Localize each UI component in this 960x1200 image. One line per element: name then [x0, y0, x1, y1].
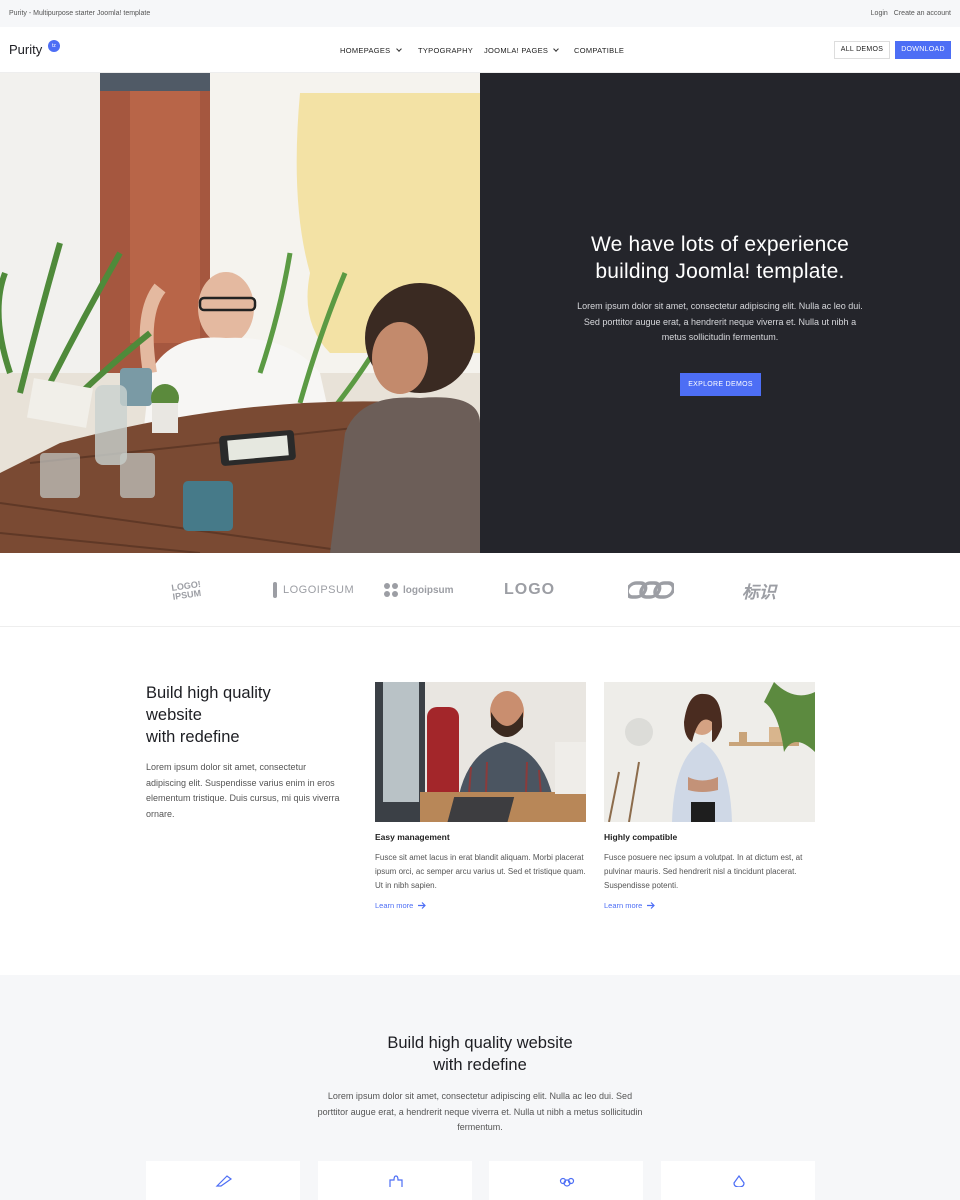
- service-card[interactable]: [146, 1161, 300, 1200]
- service-card[interactable]: [661, 1161, 815, 1200]
- main-menu: HOMEPAGES TYPOGRAPHY JOOMLA! PAGES COMPA…: [340, 46, 624, 55]
- client-logos: LOGO! IPSUM LOGOIPSUM logoipsum LOGO 标识: [0, 553, 960, 627]
- feature-card: Easy management Fusce sit amet lacus in …: [375, 682, 586, 910]
- hero-photo: [0, 73, 480, 553]
- nav-item-homepages[interactable]: HOMEPAGES: [340, 46, 418, 55]
- learn-more-label: Learn more: [375, 901, 414, 910]
- puzzle-icon: [389, 1175, 403, 1187]
- top-bar: Purity - Multipurpose starter Joomla! te…: [0, 0, 960, 27]
- features-title-line: Build high quality: [146, 684, 271, 702]
- feature-card-title: Highly compatible: [604, 832, 678, 842]
- all-demos-button[interactable]: ALL DEMOS: [834, 41, 890, 59]
- download-button[interactable]: DOWNLOAD: [895, 41, 951, 59]
- site-tagline: Purity - Multipurpose starter Joomla! te…: [9, 10, 151, 17]
- services-title-line: with redefine: [433, 1056, 527, 1074]
- main-navbar: Purity tz HOMEPAGES TYPOGRAPHY JOOMLA! P…: [0, 27, 960, 73]
- nav-item-label: JOOMLA! PAGES: [484, 46, 549, 55]
- nav-item-label: COMPATIBLE: [574, 46, 625, 55]
- feature-card-text: Fusce sit amet lacus in erat blandit ali…: [375, 853, 586, 890]
- services-description: Lorem ipsum dolor sit amet, consectetur …: [317, 1091, 643, 1132]
- learn-more-label: Learn more: [604, 901, 643, 910]
- services-section: Build high quality website with redefine…: [0, 975, 960, 1200]
- feature-card: Highly compatible Fusce posuere nec ipsu…: [604, 682, 815, 910]
- service-card[interactable]: [489, 1161, 643, 1200]
- nav-item-joomla-pages[interactable]: JOOMLA! PAGES: [484, 46, 574, 55]
- learn-more-link[interactable]: Learn more: [375, 901, 586, 910]
- explore-demos-button[interactable]: EXPLORE DEMOS: [680, 373, 761, 396]
- arrow-right-icon: [647, 902, 656, 909]
- services-title-line: Build high quality website: [387, 1034, 573, 1052]
- hero-title-line: building Joomla! template.: [595, 260, 845, 283]
- hero-title-line: We have lots of experience: [590, 233, 850, 256]
- features-title: Build high quality website with redefine: [146, 682, 346, 748]
- logo-text: LOGOIPSUM: [283, 584, 355, 596]
- feature-card-photo: [604, 682, 815, 822]
- services-title: Build high quality website with redefine: [280, 1032, 680, 1076]
- hero-description: Lorem ipsum dolor sit amet, consectetur …: [577, 301, 863, 342]
- client-logo-3: logoipsum: [383, 577, 454, 603]
- nav-item-typography[interactable]: TYPOGRAPHY: [418, 46, 484, 55]
- chevron-down-icon: [395, 46, 402, 52]
- client-logo-2: LOGOIPSUM: [271, 577, 354, 603]
- client-logo-1: LOGO! IPSUM: [170, 574, 215, 606]
- logo-badge: tz: [48, 40, 60, 52]
- learn-more-link[interactable]: Learn more: [604, 901, 815, 910]
- logo-text: LOGO: [504, 581, 556, 598]
- logo-text: 标识: [742, 582, 776, 602]
- nav-item-label: HOMEPAGES: [340, 46, 391, 55]
- chain-logo-icon: [628, 581, 674, 599]
- pen-icon: [215, 1175, 233, 1187]
- feature-card-photo: [375, 682, 586, 822]
- account-links: Login Create an account: [871, 10, 951, 17]
- features-title-line: website: [146, 706, 202, 724]
- logo-text: LOGO! IPSUM: [170, 578, 202, 602]
- drop-icon: [733, 1175, 745, 1187]
- hero-title: We have lots of experience building Joom…: [520, 231, 920, 285]
- client-logo-4: LOGO: [504, 577, 555, 603]
- features-description: Lorem ipsum dolor sit amet, consectetur …: [146, 762, 340, 819]
- feature-card-text: Fusce posuere nec ipsum a volutpat. In a…: [604, 853, 803, 890]
- flower-icon: [559, 1177, 575, 1187]
- nav-item-label: TYPOGRAPHY: [418, 46, 474, 55]
- logo-text: logoipsum: [403, 584, 454, 596]
- features-title-line: with redefine: [146, 728, 240, 746]
- site-logo[interactable]: Purity: [9, 42, 42, 57]
- feature-card-title: Easy management: [375, 832, 450, 842]
- arrow-right-icon: [418, 902, 427, 909]
- nav-item-compatible[interactable]: COMPATIBLE: [574, 46, 624, 55]
- service-card[interactable]: [318, 1161, 472, 1200]
- chevron-down-icon: [553, 46, 560, 52]
- hero-panel: We have lots of experience building Joom…: [480, 73, 960, 553]
- client-logo-6: 标识: [742, 577, 776, 603]
- login-link[interactable]: Login: [871, 10, 888, 17]
- create-account-link[interactable]: Create an account: [894, 10, 951, 17]
- client-logo-5: [628, 577, 674, 603]
